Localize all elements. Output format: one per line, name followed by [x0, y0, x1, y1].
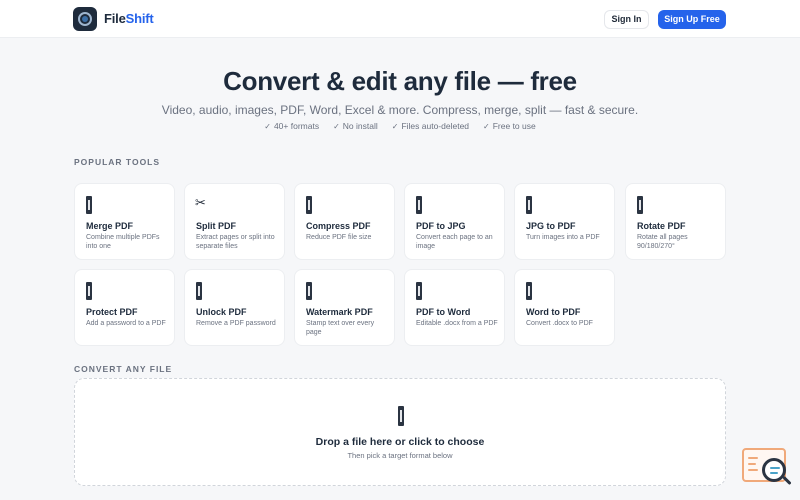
tool-card-compress-pdf[interactable]: Compress PDF Reduce PDF file size: [294, 183, 395, 260]
help-widget-icon[interactable]: [740, 446, 792, 490]
tool-description: Stamp text over every page: [306, 320, 375, 336]
feature-label: No install: [342, 121, 378, 131]
tool-title: Protect PDF: [86, 307, 138, 317]
hero-subtitle: Video, audio, images, PDF, Word, Excel &…: [161, 103, 639, 117]
brand-suffix: Shift: [125, 11, 154, 26]
tool-card-word-to-pdf[interactable]: Word to PDF Convert .docx to PDF: [514, 269, 615, 346]
drop-zone-subtitle: Then pick a target format below: [347, 451, 453, 460]
tool-title: Rotate PDF: [637, 221, 686, 231]
tool-title: Split PDF: [196, 221, 236, 231]
brand-name[interactable]: FileShift: [104, 11, 154, 26]
feature-item: ✓ 40+ formats: [264, 121, 319, 131]
feature-item: ✓ Free to use: [483, 121, 536, 131]
file-icon: [306, 196, 312, 214]
tool-description: Combine multiple PDFs into one: [86, 234, 160, 250]
file-upload-icon: [398, 406, 404, 426]
tool-description: Extract pages or split into separate fil…: [196, 234, 275, 250]
file-icon: [86, 282, 92, 300]
feature-list: ✓ 40+ formats ✓ No install ✓ Files auto-del…: [0, 121, 800, 131]
sign-in-button[interactable]: Sign In: [604, 10, 649, 29]
file-icon: [526, 282, 532, 300]
file-icon: [416, 282, 422, 300]
tool-card-pdf-to-jpg[interactable]: PDF to JPG Convert each page to an image: [404, 183, 505, 260]
scissors-icon: ✂: [195, 195, 206, 210]
file-drop-zone[interactable]: Drop a file here or click to choose Then…: [74, 378, 726, 486]
tool-card-rotate-pdf[interactable]: Rotate PDF Rotate all pages 90/180/270°: [625, 183, 726, 260]
tool-title: JPG to PDF: [526, 221, 576, 231]
file-icon: [86, 196, 92, 214]
tool-title: Unlock PDF: [196, 307, 247, 317]
top-nav-bar: FileShift Sign In Sign Up Free: [0, 0, 800, 38]
tool-card-pdf-to-word[interactable]: PDF to Word Editable .docx from a PDF: [404, 269, 505, 346]
hero-title: Convert & edit any file — free: [223, 66, 577, 96]
tool-card-split-pdf[interactable]: ✂ Split PDF Extract pages or split into …: [184, 183, 285, 260]
file-icon: [416, 196, 422, 214]
tool-card-protect-pdf[interactable]: Protect PDF Add a password to a PDF: [74, 269, 175, 346]
sign-up-free-button[interactable]: Sign Up Free: [658, 10, 726, 29]
check-icon: ✓: [264, 121, 271, 131]
popular-tools-heading: POPULAR TOOLS: [74, 157, 161, 167]
fileshift-logo-icon[interactable]: [73, 7, 97, 31]
check-icon: ✓: [483, 121, 490, 131]
tool-card-merge-pdf[interactable]: Merge PDF Combine multiple PDFs into one: [74, 183, 175, 260]
tool-title: Word to PDF: [526, 307, 581, 317]
tool-description: Remove a PDF password: [196, 320, 276, 327]
tool-description: Editable .docx from a PDF: [416, 320, 498, 327]
feature-label: 40+ formats: [273, 121, 320, 131]
file-icon: [306, 282, 312, 300]
tool-title: Compress PDF: [306, 221, 371, 231]
tool-title: Merge PDF: [86, 221, 134, 231]
drop-zone-title: Drop a file here or click to choose: [315, 436, 485, 448]
file-icon: [637, 196, 643, 214]
tool-card-jpg-to-pdf[interactable]: JPG to PDF Turn images into a PDF: [514, 183, 615, 260]
feature-label: Free to use: [492, 121, 536, 131]
feature-item: ✓ Files auto-deleted: [392, 121, 469, 131]
convert-any-file-heading: CONVERT ANY FILE: [74, 364, 173, 374]
tool-title: Watermark PDF: [306, 307, 373, 317]
widget-line: [748, 469, 758, 471]
feature-item: ✓ No install: [333, 121, 378, 131]
tool-description: Rotate all pages 90/180/270°: [637, 234, 688, 250]
feature-label: Files auto-deleted: [401, 121, 470, 131]
file-icon: [526, 196, 532, 214]
tool-description: Convert each page to an image: [416, 234, 493, 250]
check-icon: ✓: [333, 121, 340, 131]
tool-title: PDF to Word: [416, 307, 471, 317]
widget-line: [748, 457, 758, 459]
check-icon: ✓: [391, 121, 399, 131]
tool-description: Add a password to a PDF: [86, 320, 166, 327]
tool-card-watermark-pdf[interactable]: Watermark PDF Stamp text over every page: [294, 269, 395, 346]
tool-description: Turn images into a PDF: [526, 234, 600, 241]
tool-title: PDF to JPG: [416, 221, 466, 231]
tool-description: Reduce PDF file size: [306, 234, 372, 241]
tool-description: Convert .docx to PDF: [526, 320, 593, 327]
file-icon: [196, 282, 202, 300]
widget-line: [748, 463, 756, 465]
tool-card-unlock-pdf[interactable]: Unlock PDF Remove a PDF password: [184, 269, 285, 346]
brand-prefix: File: [104, 11, 126, 26]
